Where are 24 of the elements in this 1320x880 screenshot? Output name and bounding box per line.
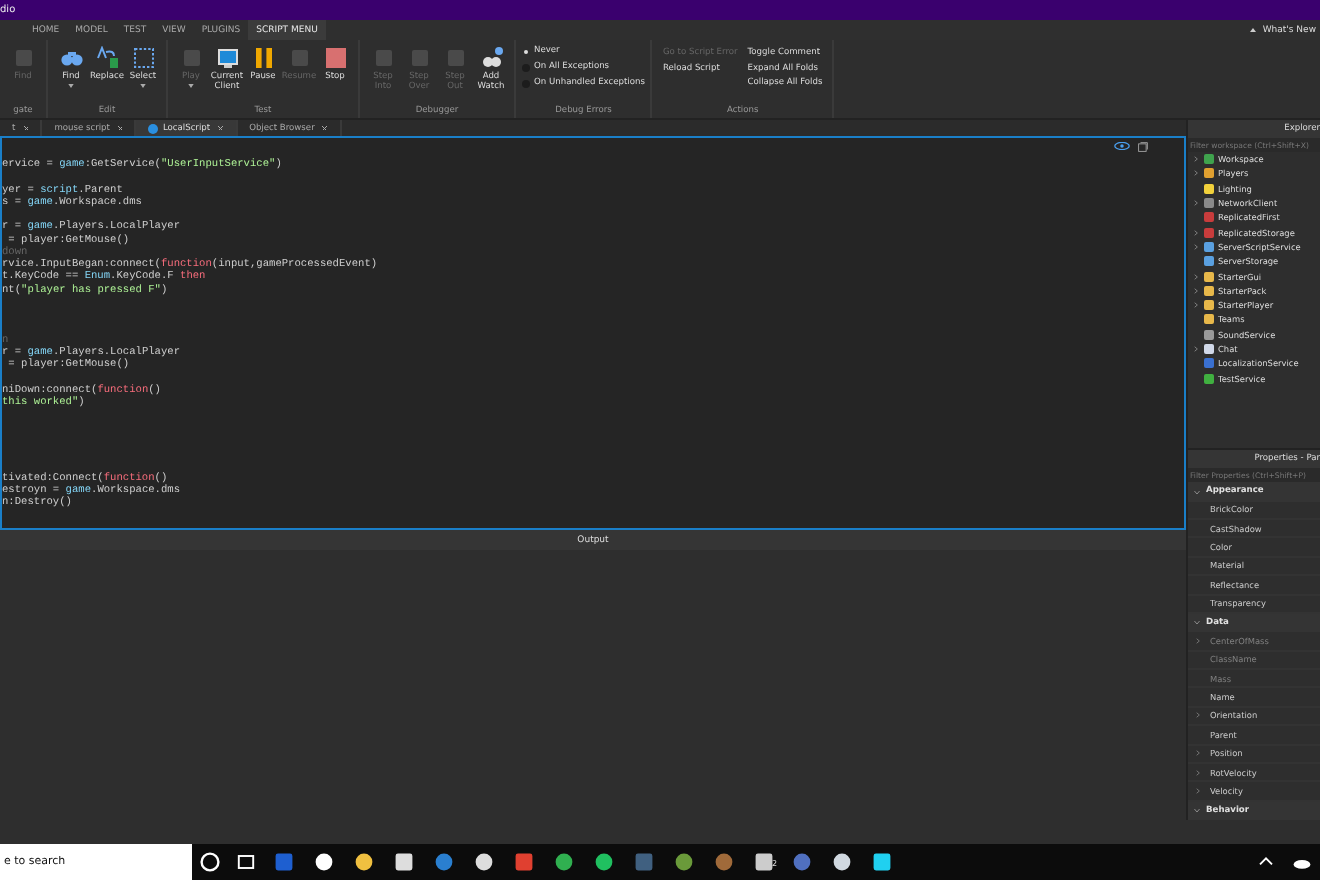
stop-icon bbox=[323, 46, 347, 70]
monitor-icon bbox=[215, 46, 239, 70]
binoculars-icon bbox=[479, 46, 503, 70]
chevron-icon[interactable] bbox=[1194, 620, 1200, 626]
eye-icon[interactable] bbox=[1114, 142, 1130, 150]
window-icon[interactable] bbox=[1138, 142, 1148, 152]
task-view-icon[interactable] bbox=[234, 850, 258, 874]
pause-icon bbox=[251, 46, 275, 70]
caret-icon[interactable] bbox=[140, 84, 146, 89]
replace-icon bbox=[95, 46, 119, 70]
caret-icon[interactable] bbox=[68, 84, 74, 89]
code-editor[interactable] bbox=[0, 136, 1186, 530]
chevron-icon[interactable] bbox=[1194, 808, 1200, 814]
square-icon bbox=[287, 46, 311, 70]
caret-icon bbox=[1250, 28, 1257, 32]
square-icon bbox=[11, 46, 35, 70]
square-icon bbox=[179, 46, 203, 70]
square-icon bbox=[371, 46, 395, 70]
chevron-icon[interactable] bbox=[1194, 489, 1200, 495]
circle-icon[interactable] bbox=[198, 850, 222, 874]
binoculars-icon bbox=[59, 46, 83, 70]
selection-icon bbox=[131, 46, 155, 70]
square-icon bbox=[443, 46, 467, 70]
square-icon bbox=[407, 46, 431, 70]
